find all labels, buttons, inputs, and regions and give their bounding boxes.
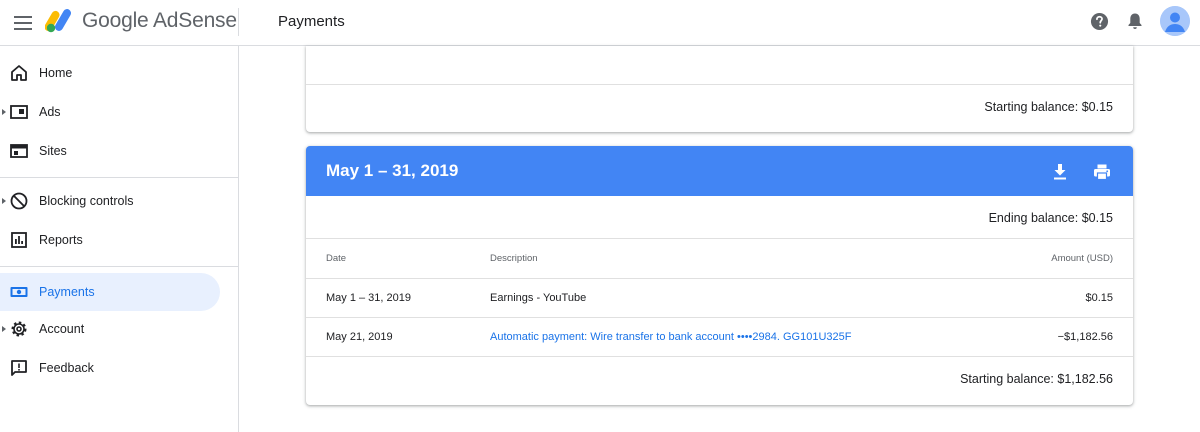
main-menu-button[interactable] (8, 8, 38, 38)
row-divider (306, 356, 1133, 357)
sidebar-nav: Home Ads Sites Blocking controls Reports… (0, 46, 239, 432)
top-actions (1088, 6, 1190, 36)
sidebar-item-label: Reports (39, 233, 83, 247)
bell-icon (1128, 13, 1142, 29)
help-button[interactable] (1088, 10, 1110, 32)
avatar-person-icon (1160, 6, 1190, 36)
period-header: May 1 – 31, 2019 (306, 146, 1133, 196)
sidebar-divider (0, 266, 239, 267)
sidebar-item-home[interactable]: Home (0, 54, 220, 92)
print-button[interactable] (1091, 161, 1113, 183)
sidebar-item-label: Home (39, 66, 73, 80)
ending-balance: Ending balance: $0.15 (988, 211, 1113, 225)
sidebar-divider (0, 177, 239, 178)
starting-balance: Starting balance: $1,182.56 (960, 372, 1113, 386)
column-header-amount: Amount (USD) (1051, 253, 1113, 264)
row-amount: −$1,182.56 (1057, 331, 1113, 343)
payment-period-card-previous: Starting balance: $0.15 (306, 46, 1133, 132)
expand-caret-icon (2, 109, 6, 115)
row-divider (306, 317, 1133, 318)
sidebar-item-feedback[interactable]: Feedback (0, 349, 220, 387)
starting-balance: Starting balance: $0.15 (984, 100, 1113, 114)
sidebar-item-label: Feedback (39, 361, 94, 375)
sidebar-item-ads[interactable]: Ads (0, 93, 220, 131)
sidebar-item-payments[interactable]: Payments (0, 273, 220, 311)
download-icon (1054, 164, 1066, 180)
period-actions (1049, 161, 1113, 183)
print-icon (1094, 164, 1110, 181)
period-title: May 1 – 31, 2019 (326, 161, 459, 180)
payment-details-link[interactable]: Automatic payment: Wire transfer to bank… (490, 331, 851, 343)
payment-period-card: May 1 – 31, 2019 Ending balance: $0.15 D… (306, 146, 1133, 405)
home-icon (11, 65, 27, 81)
row-divider (306, 278, 1133, 279)
page-title: Payments (278, 13, 345, 30)
row-divider (306, 84, 1133, 85)
notifications-button[interactable] (1124, 10, 1146, 32)
expand-caret-icon (2, 198, 6, 204)
sidebar-item-label: Payments (39, 285, 95, 299)
download-button[interactable] (1049, 161, 1071, 183)
reports-icon (11, 232, 27, 248)
row-description: Earnings - YouTube (490, 292, 587, 304)
sidebar-item-label: Ads (39, 105, 61, 119)
sidebar-item-label: Blocking controls (39, 194, 134, 208)
sidebar-item-account[interactable]: Account (0, 310, 220, 348)
sidebar-item-reports[interactable]: Reports (0, 221, 220, 259)
sidebar-item-label: Account (39, 322, 85, 336)
column-header-description: Description (490, 253, 538, 264)
top-bar-divider (238, 8, 239, 36)
row-amount: $0.15 (1085, 292, 1113, 304)
sidebar-item-blocking-controls[interactable]: Blocking controls (0, 182, 220, 220)
adsense-logo-icon (45, 9, 71, 33)
account-avatar[interactable] (1160, 6, 1190, 36)
hamburger-menu-icon (14, 16, 32, 30)
gear-icon (11, 321, 27, 337)
block-icon (10, 192, 28, 210)
help-icon (1090, 12, 1108, 30)
brand-name[interactable]: Google AdSense (82, 9, 237, 33)
column-header-date: Date (326, 253, 347, 264)
sidebar-item-label: Sites (39, 144, 67, 158)
sidebar-item-sites[interactable]: Sites (0, 132, 220, 170)
payments-icon (10, 287, 28, 297)
expand-caret-icon (2, 326, 6, 332)
row-date: May 1 – 31, 2019 (326, 292, 412, 304)
feedback-icon (11, 360, 27, 376)
top-app-bar: Google AdSense Payments (0, 0, 1200, 46)
row-divider (306, 238, 1133, 239)
ads-icon (10, 105, 28, 119)
sites-icon (10, 144, 28, 158)
row-date: May 21, 2019 (326, 331, 393, 343)
